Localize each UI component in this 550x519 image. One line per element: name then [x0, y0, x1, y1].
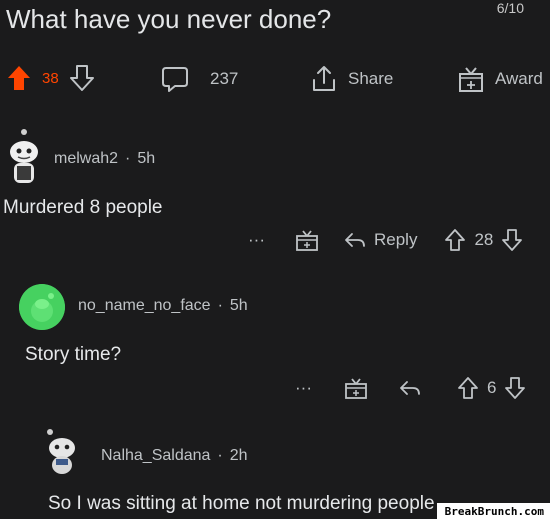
comment-action-bar: ··· Reply 28 [248, 228, 524, 252]
comments-button[interactable]: 237 [160, 64, 238, 94]
comment-count: 237 [210, 69, 239, 88]
comment-author[interactable]: no_name_no_face · 5h [78, 297, 248, 315]
username[interactable]: Nalha_Saldana [101, 447, 210, 464]
upvote-icon[interactable] [6, 64, 32, 92]
share-icon [310, 64, 338, 94]
username[interactable]: no_name_no_face [78, 297, 211, 314]
more-dots: ··· [295, 378, 312, 397]
comment-author[interactable]: Nalha_Saldana · 2h [101, 447, 248, 465]
post-vote-count: 38 [42, 69, 59, 87]
more-options-button[interactable]: ··· [295, 378, 312, 398]
separator-dot: · [217, 447, 223, 464]
reply-button[interactable]: Reply [343, 230, 417, 250]
comment-vote-count: 6 [486, 378, 497, 397]
comment-author[interactable]: melwah2 · 5h [54, 150, 155, 168]
comment-age: 5h [137, 150, 156, 167]
comment-vote-count: 28 [474, 230, 494, 249]
avatar[interactable] [2, 128, 46, 186]
comment-age: 2h [229, 447, 248, 464]
reply-label: Reply [373, 230, 418, 249]
separator-dot: · [217, 297, 223, 314]
more-options-button[interactable]: ··· [248, 230, 265, 250]
comment-action-bar: ··· 6 [295, 376, 527, 400]
upvote-icon[interactable] [456, 376, 480, 400]
downvote-icon[interactable] [69, 64, 95, 92]
comment-vote-group: 6 [456, 376, 527, 400]
post-vote-group: 38 [6, 64, 95, 92]
upvote-icon[interactable] [443, 228, 467, 252]
avatar[interactable] [19, 284, 65, 330]
separator-dot: · [125, 150, 131, 167]
award-button[interactable]: Award [457, 64, 543, 94]
comment-bubble-icon [160, 64, 190, 94]
share-label: Share [348, 69, 394, 88]
avatar[interactable] [42, 426, 82, 480]
snoo-icon [47, 429, 75, 474]
comment-body: So I was sitting at home not murdering p… [48, 493, 435, 514]
post-title: What have you never done? [6, 4, 332, 34]
page-counter: 6/10 [496, 0, 524, 16]
username[interactable]: melwah2 [54, 150, 118, 167]
comment-vote-group: 28 [443, 228, 524, 252]
comment-age: 5h [229, 297, 248, 314]
gift-icon[interactable] [344, 376, 368, 400]
snoo-icon [19, 284, 65, 330]
comment-body: Murdered 8 people [3, 197, 163, 218]
snoo-icon [10, 129, 38, 183]
comment-body: Story time? [25, 344, 122, 365]
award-label: Award [495, 69, 543, 88]
gift-icon[interactable] [295, 228, 319, 252]
downvote-icon[interactable] [503, 376, 527, 400]
reply-arrow-icon [343, 230, 367, 250]
gift-icon [457, 64, 485, 94]
share-button[interactable]: Share [310, 64, 393, 94]
watermark: BreakBrunch.com [436, 503, 550, 519]
more-dots: ··· [248, 230, 265, 249]
reply-arrow-icon[interactable] [398, 378, 422, 398]
downvote-icon[interactable] [500, 228, 524, 252]
